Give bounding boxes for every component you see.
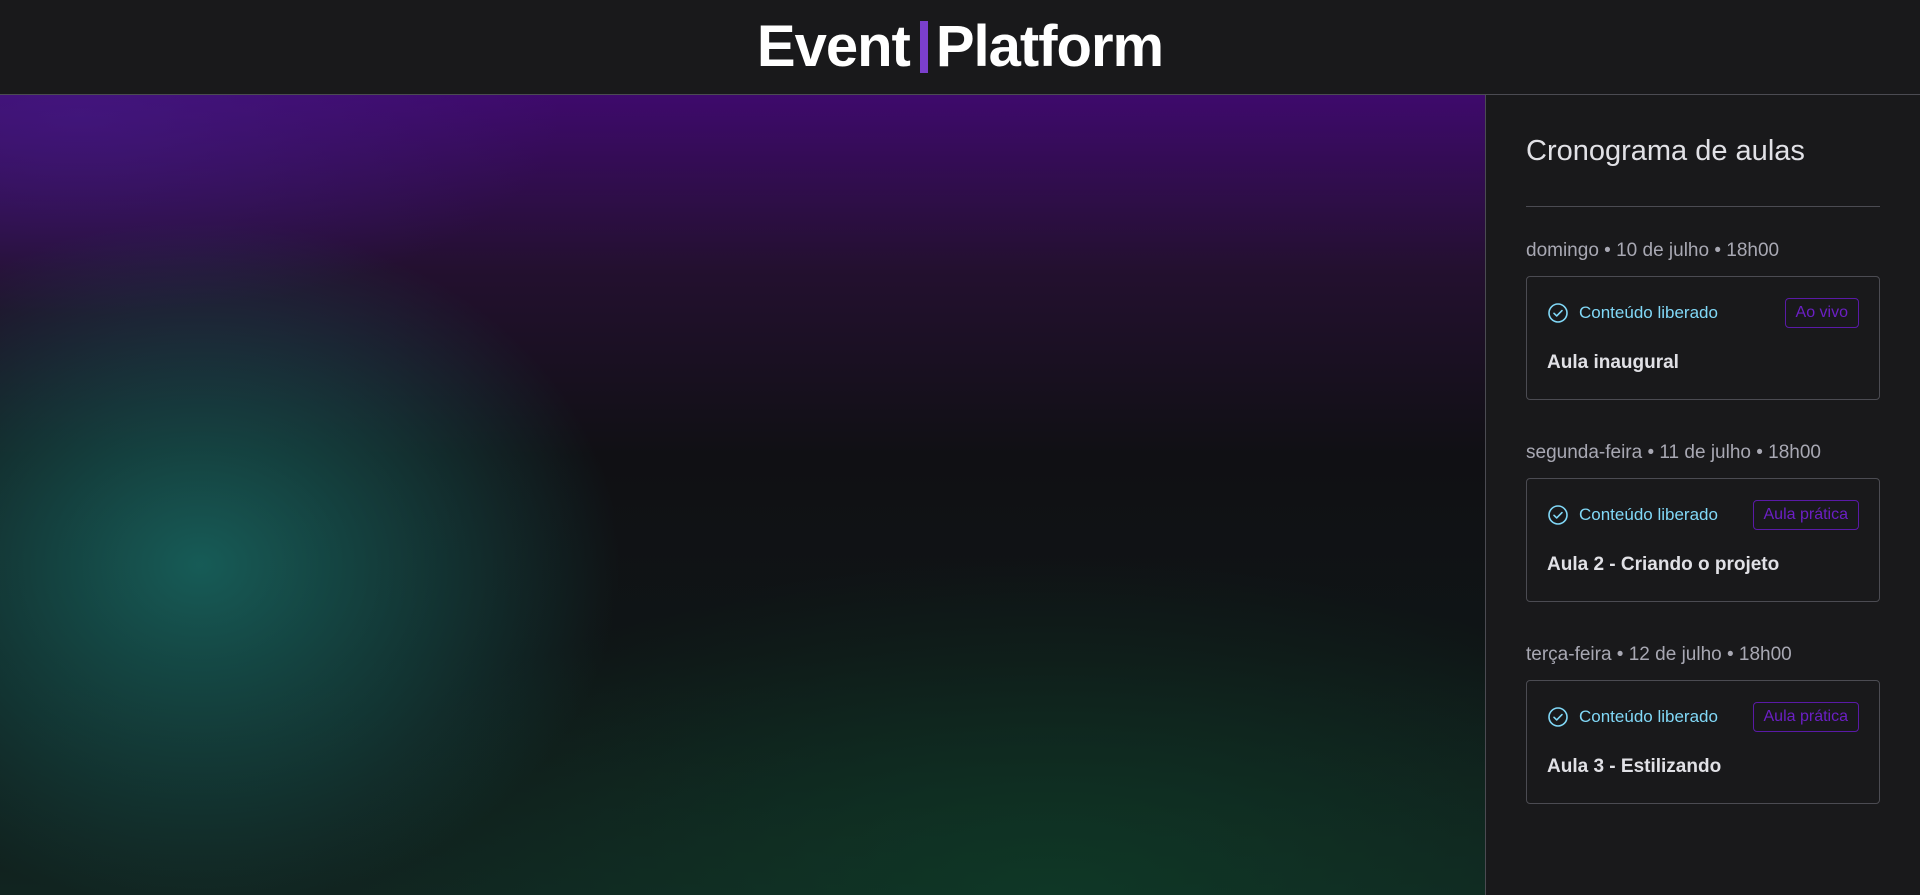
lesson-status-label: Conteúdo liberado (1579, 707, 1718, 726)
lesson-date: terça-feira • 12 de julho • 18h00 (1526, 644, 1792, 665)
check-circle-icon (1547, 302, 1569, 324)
event-platform-logo[interactable]: Event Platform (756, 14, 1164, 79)
lesson-status: Conteúdo liberado (1547, 302, 1718, 324)
lesson-title: Aula 2 - Criando o projeto (1547, 554, 1780, 575)
lessons-sidebar: Cronograma de aulas domingo • 10 de julh… (1485, 95, 1920, 895)
video-player-area[interactable] (0, 95, 1485, 895)
check-circle-icon (1547, 504, 1569, 526)
lesson-date: domingo • 10 de julho • 18h00 (1526, 240, 1780, 261)
logo-accent-bar (919, 21, 928, 73)
lesson-badge-live: Ao vivo (1784, 298, 1859, 328)
lesson-title: Aula inaugural (1547, 352, 1679, 373)
lesson-card-aula-2[interactable]: Conteúdo liberado Aula prática Aula 2 - … (1526, 478, 1880, 602)
lesson-status-label: Conteúdo liberado (1579, 505, 1718, 524)
lesson-item: segunda-feira • 11 de julho • 18h00 Cont… (1526, 442, 1880, 602)
lesson-card-header: Conteúdo liberado Aula prática (1547, 702, 1859, 732)
lesson-item: terça-feira • 12 de julho • 18h00 Conteú… (1526, 644, 1880, 804)
lessons-list: domingo • 10 de julho • 18h00 Conteúdo l… (1526, 240, 1880, 804)
top-header: Event Platform (0, 0, 1920, 95)
lesson-status: Conteúdo liberado (1547, 504, 1718, 526)
lesson-status: Conteúdo liberado (1547, 706, 1718, 728)
check-circle-icon (1547, 706, 1569, 728)
lesson-card-aula-inaugural[interactable]: Conteúdo liberado Ao vivo Aula inaugural (1526, 276, 1880, 400)
lesson-card-header: Conteúdo liberado Aula prática (1547, 500, 1859, 530)
sidebar-title: Cronograma de aulas (1526, 135, 1880, 207)
lesson-title: Aula 3 - Estilizando (1547, 756, 1722, 777)
lesson-badge-practical: Aula prática (1752, 500, 1859, 530)
lesson-card-header: Conteúdo liberado Ao vivo (1547, 298, 1859, 328)
lesson-card-aula-3[interactable]: Conteúdo liberado Aula prática Aula 3 - … (1526, 680, 1880, 804)
lesson-date: segunda-feira • 11 de julho • 18h00 (1526, 442, 1822, 463)
lesson-item: domingo • 10 de julho • 18h00 Conteúdo l… (1526, 240, 1880, 400)
lesson-badge-practical: Aula prática (1752, 702, 1859, 732)
logo-text-event: Event (756, 14, 911, 79)
logo-text-platform: Platform (935, 14, 1164, 79)
lesson-status-label: Conteúdo liberado (1579, 303, 1718, 322)
